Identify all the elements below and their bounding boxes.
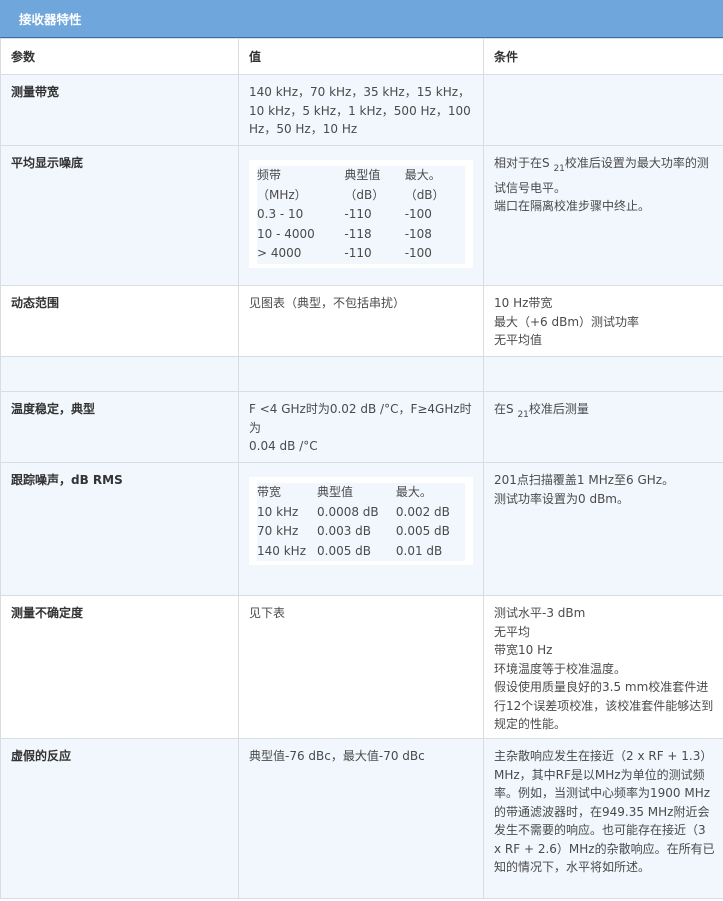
subtable-header: 带宽 (257, 483, 317, 503)
subtable-header-unit: （MHz） (257, 185, 345, 205)
subtable-cell: 140 kHz (257, 541, 317, 561)
table-row: 温度稳定，典型 F <4 GHz时为0.02 dB /°C，F≥4GHz时为 0… (0, 391, 723, 463)
condition-cell: 主杂散响应发生在接近（2 x RF + 1.3）MHz，其中RF是以MHz为单位… (483, 738, 723, 899)
value-cell: F <4 GHz时为0.02 dB /°C，F≥4GHz时为 0.04 dB /… (238, 391, 484, 463)
header-value: 值 (238, 38, 484, 75)
section-title: 接收器特性 (0, 0, 723, 38)
param-cell: 虚假的反应 (0, 738, 239, 899)
subtable-cell: 10 - 4000 (257, 224, 345, 244)
subtable-header-unit: （dB） (344, 185, 405, 205)
value-cell: 见图表（典型，不包括串扰） (238, 285, 484, 357)
subtable-cell: 0.3 - 10 (257, 205, 345, 225)
param-cell: 跟踪噪声，dB RMS (0, 462, 239, 596)
subtable-cell: -108 (404, 224, 465, 244)
subtable-header: 最大。 (404, 166, 465, 186)
value-cell: 140 kHz，70 kHz，35 kHz，15 kHz，10 kHz，5 kH… (238, 74, 484, 146)
table-row: 测量带宽 140 kHz，70 kHz，35 kHz，15 kHz，10 kHz… (0, 74, 723, 146)
subtable-cell: -110 (344, 205, 405, 225)
noise-floor-subtable: 频带 典型值 最大。 （MHz） （dB） （dB） 0.3 - 10 -110… (249, 160, 473, 268)
table-row: 平均显示噪底 频带 典型值 最大。 （MHz） （dB） （dB） 0.3 - (0, 145, 723, 286)
receiver-specs-table: 参数 值 条件 测量带宽 140 kHz，70 kHz，35 kHz，15 kH… (0, 38, 723, 899)
header-param: 参数 (0, 38, 239, 75)
subtable-cell: -110 (344, 244, 405, 264)
condition-cell: 相对于在S 21校准后设置为最大功率的测试信号电平。 端口在隔离校准步骤中终止。 (483, 145, 723, 286)
param-cell: 温度稳定，典型 (0, 391, 239, 463)
param-cell: 平均显示噪底 (0, 145, 239, 286)
table-row: 跟踪噪声，dB RMS 带宽 典型值 最大。 10 kHz 0.0008 dB … (0, 462, 723, 596)
subtable-cell: -100 (404, 205, 465, 225)
subtable-cell: -118 (344, 224, 405, 244)
table-row: 虚假的反应 典型值-76 dBc，最大值-70 dBc 主杂散响应发生在接近（2… (0, 738, 723, 899)
param-cell: 动态范围 (0, 285, 239, 357)
value-cell: 频带 典型值 最大。 （MHz） （dB） （dB） 0.3 - 10 -110… (238, 145, 484, 286)
param-cell: 测量不确定度 (0, 595, 239, 739)
condition-cell: 10 Hz带宽 最大（+6 dBm）测试功率 无平均值 (483, 285, 723, 357)
condition-text: 端口在隔离校准步骤中终止。 (494, 199, 651, 213)
subtable-header: 频带 (257, 166, 345, 186)
table-row: 测量不确定度 见下表 测试水平-3 dBm 无平均 带宽10 Hz 环境温度等于… (0, 595, 723, 739)
subtable-cell: 0.005 dB (317, 541, 396, 561)
subtable-cell: > 4000 (257, 244, 345, 264)
header-condition: 条件 (483, 38, 723, 75)
subtable-cell: 0.005 dB (395, 522, 465, 542)
tracking-noise-subtable: 带宽 典型值 最大。 10 kHz 0.0008 dB 0.002 dB 70 … (249, 477, 473, 565)
value-cell: 见下表 (238, 595, 484, 739)
subtable-header: 最大。 (395, 483, 465, 503)
value-cell: 典型值-76 dBc，最大值-70 dBc (238, 738, 484, 899)
subtable-header: 典型值 (344, 166, 405, 186)
subtable-cell: 10 kHz (257, 502, 317, 522)
condition-cell: 在S 21校准后测量 (483, 391, 723, 463)
subtable-cell: -100 (404, 244, 465, 264)
subtable-cell: 70 kHz (257, 522, 317, 542)
subtable-cell: 0.0008 dB (317, 502, 396, 522)
condition-cell (483, 74, 723, 146)
header-row: 参数 值 条件 (0, 38, 723, 75)
param-cell: 测量带宽 (0, 74, 239, 146)
condition-cell: 测试水平-3 dBm 无平均 带宽10 Hz 环境温度等于校准温度。 假设使用质… (483, 595, 723, 739)
empty-row (0, 356, 723, 392)
subtable-cell: 0.01 dB (395, 541, 465, 561)
subtable-cell: 0.003 dB (317, 522, 396, 542)
table-row: 动态范围 见图表（典型，不包括串扰） 10 Hz带宽 最大（+6 dBm）测试功… (0, 285, 723, 357)
subtable-cell: 0.002 dB (395, 502, 465, 522)
subtable-header: 典型值 (317, 483, 396, 503)
subtable-header-unit: （dB） (404, 185, 465, 205)
condition-cell: 201点扫描覆盖1 MHz至6 GHz。 测试功率设置为0 dBm。 (483, 462, 723, 596)
value-cell: 带宽 典型值 最大。 10 kHz 0.0008 dB 0.002 dB 70 … (238, 462, 484, 596)
condition-text: 相对于在S 21校准后设置为最大功率的测试信号电平。 (494, 156, 709, 195)
